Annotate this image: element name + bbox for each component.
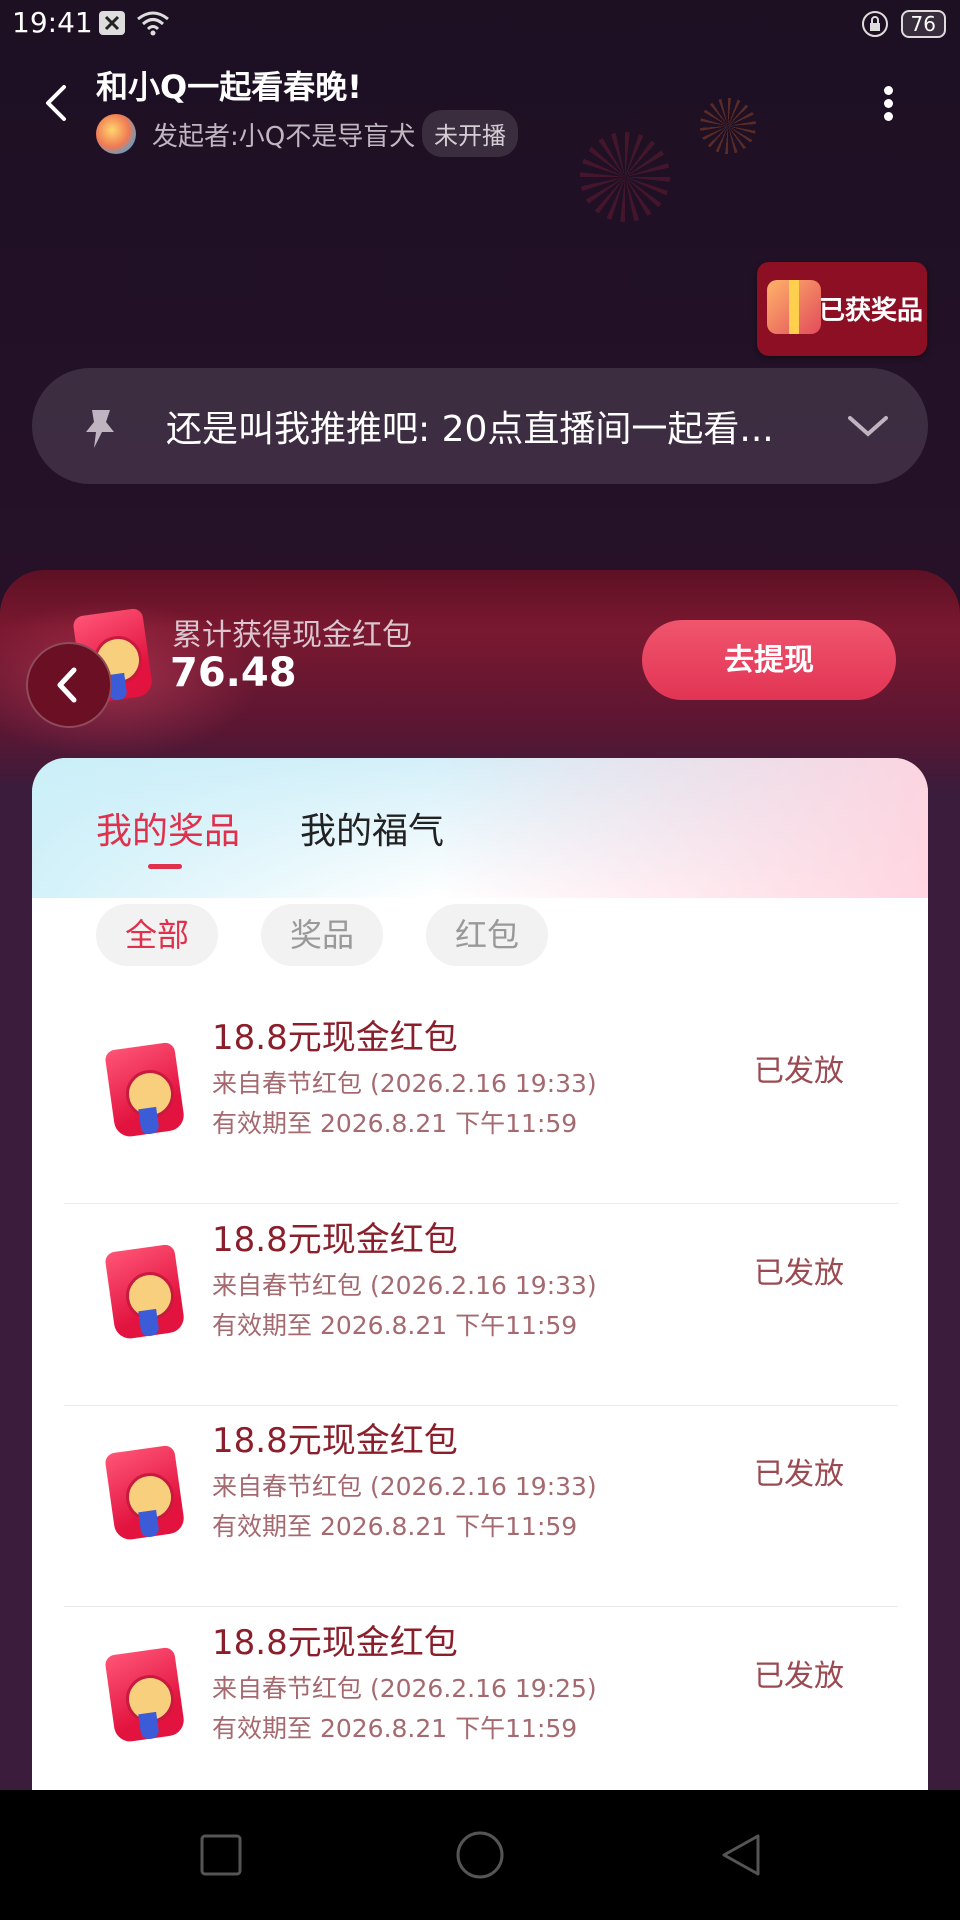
filter-all[interactable]: 全部 — [96, 904, 218, 966]
circle-icon[interactable] — [455, 1830, 505, 1880]
tab-my-prizes[interactable]: 我的奖品 — [96, 802, 240, 854]
item-source: 来自春节红包 (2026.2.16 19:25) — [212, 1674, 597, 1703]
item-status: 已发放 — [754, 1659, 844, 1694]
item-source: 来自春节红包 (2026.2.16 19:33) — [212, 1472, 597, 1501]
organizer-label: 发起者:小Q不是导盲犬 — [152, 122, 416, 152]
item-title: 18.8元现金红包 — [212, 1623, 458, 1663]
pinned-message[interactable]: 还是叫我推推吧: 20点直播间一起看... — [32, 368, 928, 484]
status-badge: 未开播 — [422, 110, 518, 157]
obtained-prizes-label: 已获奖品 — [819, 296, 924, 326]
battery-indicator: 76 — [900, 10, 946, 38]
pinned-message-text: 还是叫我推推吧: 20点直播间一起看... — [166, 409, 774, 450]
chevron-down-icon[interactable] — [846, 406, 890, 446]
item-expiry: 有效期至 2026.8.21 下午11:59 — [212, 1311, 578, 1340]
item-status: 已发放 — [754, 1256, 844, 1291]
status-time: 19:41 — [12, 6, 93, 39]
item-expiry: 有效期至 2026.8.21 下午11:59 — [212, 1512, 578, 1541]
active-tab-indicator — [148, 864, 182, 869]
fireworks-decoration — [580, 132, 670, 222]
pin-icon — [86, 410, 114, 448]
item-title: 18.8元现金红包 — [212, 1421, 458, 1461]
list-item[interactable]: 18.8元现金红包 来自春节红包 (2026.2.16 19:33) 有效期至 … — [64, 1204, 898, 1406]
filter-red-packets[interactable]: 红包 — [426, 904, 548, 966]
red-packet-icon — [104, 1643, 220, 1753]
item-status: 已发放 — [754, 1054, 844, 1089]
filter-prizes[interactable]: 奖品 — [261, 904, 383, 966]
prize-list-card: 我的奖品 我的福气 全部 奖品 红包 18.8元现金红包 来自春节红包 (202… — [32, 758, 928, 1790]
item-title: 18.8元现金红包 — [212, 1220, 458, 1260]
cumulative-cash-label: 累计获得现金红包 — [172, 618, 412, 653]
withdraw-button[interactable]: 去提现 — [642, 620, 896, 700]
obtained-prizes-button[interactable]: 已获奖品 — [757, 262, 927, 356]
item-expiry: 有效期至 2026.8.21 下午11:59 — [212, 1714, 578, 1743]
item-expiry: 有效期至 2026.8.21 下午11:59 — [212, 1109, 578, 1138]
item-status: 已发放 — [754, 1457, 844, 1492]
page-title: 和小Q一起看春晚! — [96, 68, 362, 106]
notification-x-icon — [99, 11, 125, 35]
gift-box-icon — [767, 280, 821, 334]
red-packet-icon — [104, 1038, 220, 1148]
lock-rotation-icon — [861, 11, 888, 37]
header: 和小Q一起看春晚! 发起者:小Q不是导盲犬 未开播 — [0, 48, 960, 168]
list-item[interactable]: 18.8元现金红包 来自春节红包 (2026.2.16 19:33) 有效期至 … — [64, 1002, 898, 1204]
list-item[interactable]: 18.8元现金红包 来自春节红包 (2026.2.16 19:33) 有效期至 … — [64, 1405, 898, 1607]
back-arrow-icon[interactable] — [38, 83, 78, 123]
fireworks-decoration-small — [700, 98, 756, 154]
item-source: 来自春节红包 (2026.2.16 19:33) — [212, 1271, 597, 1300]
status-bar: 19:41 76 — [0, 0, 960, 48]
wifi-icon — [137, 11, 169, 36]
item-title: 18.8元现金红包 — [212, 1018, 458, 1058]
system-nav-bar — [0, 1790, 960, 1920]
triangle-back-icon[interactable] — [716, 1830, 766, 1880]
red-packet-icon — [104, 1441, 220, 1551]
avatar[interactable] — [96, 114, 136, 154]
more-vertical-icon[interactable] — [880, 82, 896, 134]
collapse-back-button[interactable] — [26, 642, 112, 728]
cumulative-cash-value: 76.48 — [170, 650, 297, 696]
item-source: 来自春节红包 (2026.2.16 19:33) — [212, 1069, 597, 1098]
red-packet-icon — [104, 1240, 220, 1350]
tab-my-blessings[interactable]: 我的福气 — [300, 802, 444, 854]
list-item[interactable]: 18.8元现金红包 来自春节红包 (2026.2.16 19:25) 有效期至 … — [64, 1607, 898, 1790]
square-icon[interactable] — [196, 1830, 246, 1880]
